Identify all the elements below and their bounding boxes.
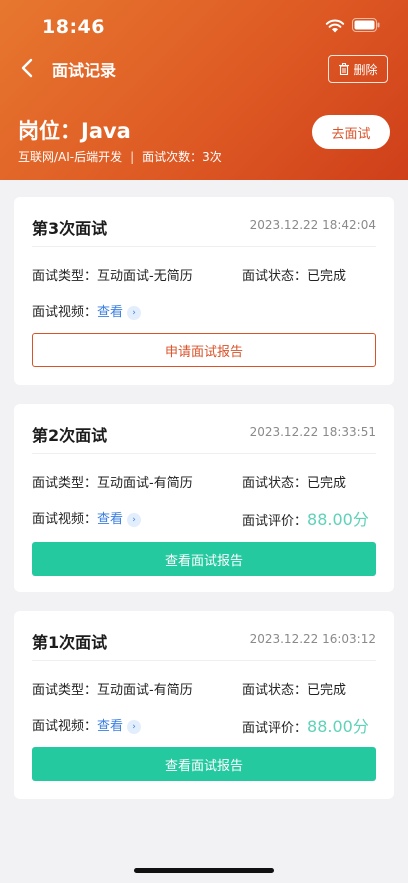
- score-row: 面试评价：88.00分: [242, 506, 369, 530]
- type-row: 面试类型：互动面试-有简历: [32, 679, 193, 698]
- video-label: 面试视频：: [32, 305, 98, 320]
- header: 18:46 面试记录 删除 岗位：Java 互联网/AI-后端开发 | 面试次数…: [0, 0, 408, 180]
- score-value: 88.00分: [307, 510, 369, 529]
- view-video-link[interactable]: 查看: [97, 305, 123, 320]
- post-meta: 互联网/AI-后端开发 | 面试次数：3次: [18, 148, 222, 165]
- status-row: 面试状态：已完成: [242, 679, 346, 698]
- view-report-button[interactable]: 查看面试报告: [32, 542, 376, 576]
- video-label: 面试视频：: [32, 719, 98, 734]
- status-value: 已完成: [307, 269, 347, 284]
- status-bar: 18:46: [0, 0, 408, 52]
- card-header: 第3次面试 2023.12.22 18:42:04: [32, 197, 376, 247]
- type-value: 互动面试-有简历: [97, 476, 193, 491]
- video-row: 面试视频：查看 ›: [32, 508, 142, 527]
- score-row: 面试评价：88.00分: [242, 713, 369, 737]
- card-title: 第1次面试: [32, 633, 108, 652]
- wifi-icon: [325, 19, 345, 33]
- record-card: 第1次面试 2023.12.22 16:03:12 面试类型：互动面试-有简历 …: [14, 611, 394, 799]
- back-icon[interactable]: [16, 56, 40, 80]
- card-header: 第2次面试 2023.12.22 18:33:51: [32, 404, 376, 454]
- score-value: 88.00分: [307, 717, 369, 736]
- status-time: 18:46: [42, 16, 105, 38]
- go-interview-button[interactable]: 去面试: [312, 115, 390, 149]
- status-value: 已完成: [307, 476, 347, 491]
- record-card: 第3次面试 2023.12.22 18:42:04 面试类型：互动面试-无简历 …: [14, 197, 394, 385]
- home-indicator: [134, 868, 274, 873]
- chevron-right-icon[interactable]: ›: [127, 719, 142, 734]
- card-title: 第2次面试: [32, 426, 108, 445]
- card-time: 2023.12.22 18:33:51: [249, 425, 376, 439]
- delete-button[interactable]: 删除: [328, 55, 388, 83]
- post-title: 岗位：Java: [18, 119, 131, 143]
- score-label: 面试评价：: [242, 514, 308, 529]
- battery-icon: [352, 18, 380, 32]
- trash-icon: [339, 63, 350, 75]
- page-title: 面试记录: [52, 61, 117, 80]
- view-video-link[interactable]: 查看: [97, 512, 123, 527]
- status-label: 面试状态：: [242, 476, 308, 491]
- type-label: 面试类型：: [32, 683, 98, 698]
- post-category: 互联网/AI-后端开发: [18, 150, 123, 164]
- chevron-right-icon[interactable]: ›: [127, 305, 142, 320]
- card-title: 第3次面试: [32, 219, 108, 238]
- type-value: 互动面试-无简历: [97, 269, 193, 284]
- delete-label: 删除: [353, 62, 378, 77]
- apply-report-button[interactable]: 申请面试报告: [32, 333, 376, 367]
- card-time: 2023.12.22 18:42:04: [249, 218, 376, 232]
- type-row: 面试类型：互动面试-有简历: [32, 472, 193, 491]
- status-row: 面试状态：已完成: [242, 265, 346, 284]
- status-label: 面试状态：: [242, 683, 308, 698]
- status-value: 已完成: [307, 683, 347, 698]
- type-row: 面试类型：互动面试-无简历: [32, 265, 193, 284]
- video-row: 面试视频：查看 ›: [32, 715, 142, 734]
- type-value: 互动面试-有简历: [97, 683, 193, 698]
- view-video-link[interactable]: 查看: [97, 719, 123, 734]
- card-header: 第1次面试 2023.12.22 16:03:12: [32, 611, 376, 661]
- nav-bar: 面试记录 删除: [0, 52, 408, 86]
- type-label: 面试类型：: [32, 476, 98, 491]
- video-label: 面试视频：: [32, 512, 98, 527]
- type-label: 面试类型：: [32, 269, 98, 284]
- interview-count: 面试次数：3次: [142, 150, 222, 164]
- view-report-button[interactable]: 查看面试报告: [32, 747, 376, 781]
- chevron-right-icon[interactable]: ›: [127, 512, 142, 527]
- status-row: 面试状态：已完成: [242, 472, 346, 491]
- video-row: 面试视频：查看 ›: [32, 301, 142, 320]
- status-label: 面试状态：: [242, 269, 308, 284]
- meta-separator: |: [130, 149, 135, 164]
- record-card: 第2次面试 2023.12.22 18:33:51 面试类型：互动面试-有简历 …: [14, 404, 394, 592]
- card-time: 2023.12.22 16:03:12: [249, 632, 376, 646]
- score-label: 面试评价：: [242, 721, 308, 736]
